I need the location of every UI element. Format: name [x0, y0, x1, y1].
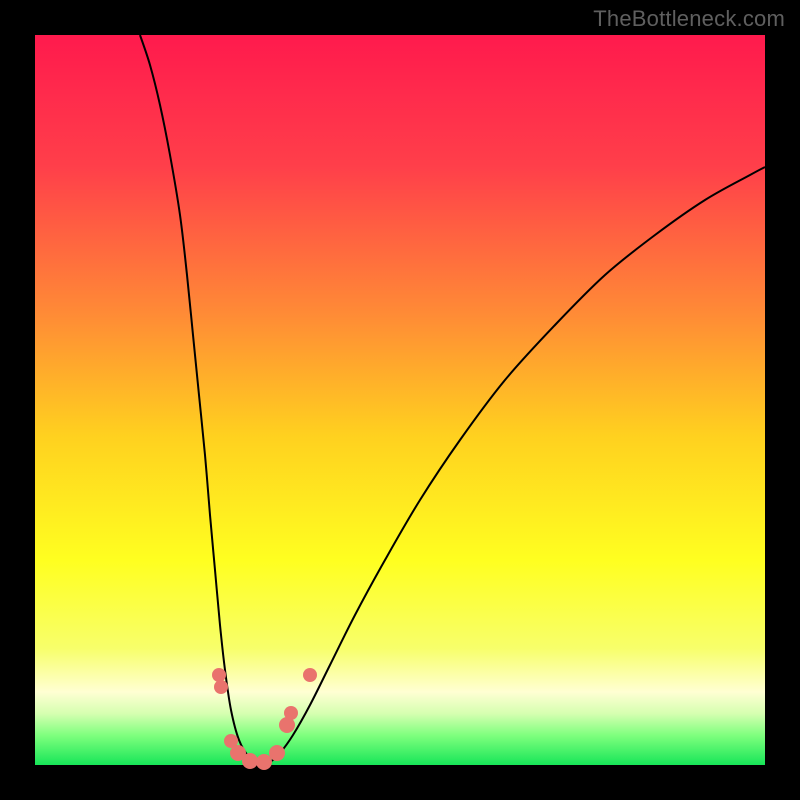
attribution-text: TheBottleneck.com: [593, 6, 785, 32]
data-marker: [256, 754, 272, 770]
data-marker: [242, 753, 258, 769]
right-curve: [261, 167, 765, 765]
left-curve: [140, 35, 261, 765]
data-marker: [303, 668, 317, 682]
data-marker: [214, 680, 228, 694]
data-marker: [212, 668, 226, 682]
data-marker: [269, 745, 285, 761]
data-marker: [284, 706, 298, 720]
